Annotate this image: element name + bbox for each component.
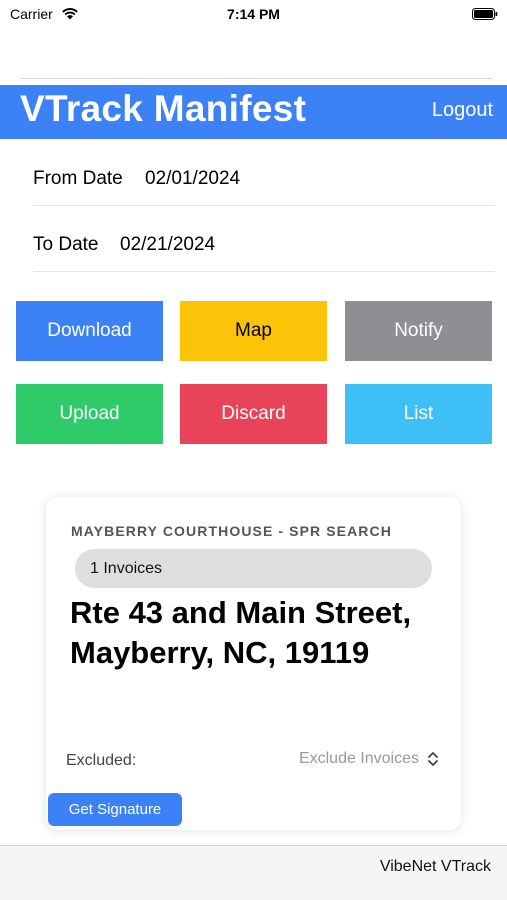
- footer-bar: VibeNet VTrack: [0, 845, 507, 900]
- excluded-label: Excluded:: [66, 752, 137, 769]
- notify-button[interactable]: Notify: [345, 301, 492, 361]
- upload-button[interactable]: Upload: [16, 384, 163, 444]
- manifest-card: MAYBERRY COURTHOUSE - SPR SEARCH 1 Invoi…: [46, 497, 461, 830]
- clock: 7:14 PM: [227, 6, 280, 22]
- footer-brand: VibeNet VTrack: [379, 858, 491, 875]
- app-title: VTrack Manifest: [20, 88, 307, 129]
- location-subtitle: MAYBERRY COURTHOUSE - SPR SEARCH: [71, 523, 392, 539]
- logout-button[interactable]: Logout: [432, 99, 493, 122]
- status-bar: Carrier 7:14 PM: [0, 0, 507, 30]
- invoice-count-badge: 1 Invoices: [75, 549, 432, 588]
- app-header: VTrack Manifest Logout: [0, 85, 507, 139]
- top-divider: [20, 78, 493, 79]
- chevron-up-down-icon: [428, 752, 438, 766]
- to-date-row[interactable]: To Date 02/21/2024: [33, 206, 495, 272]
- get-signature-button[interactable]: Get Signature: [48, 793, 182, 826]
- from-date-row[interactable]: From Date 02/01/2024: [33, 140, 495, 206]
- from-date-picker[interactable]: 02/01/2024: [145, 168, 240, 190]
- to-date-picker[interactable]: 02/21/2024: [120, 234, 215, 256]
- exclude-invoices-placeholder: Exclude Invoices: [298, 750, 419, 767]
- list-button[interactable]: List: [345, 384, 492, 444]
- discard-button[interactable]: Discard: [180, 384, 327, 444]
- download-button[interactable]: Download: [16, 301, 163, 361]
- exclude-invoices-picker[interactable]: Exclude Invoices: [299, 750, 439, 768]
- map-button[interactable]: Map: [180, 301, 327, 361]
- address-title: Rte 43 and Main Street, Mayberry, NC, 19…: [70, 595, 412, 670]
- from-date-label: From Date: [33, 168, 123, 189]
- battery-icon: [472, 8, 498, 20]
- to-date-label: To Date: [33, 234, 99, 255]
